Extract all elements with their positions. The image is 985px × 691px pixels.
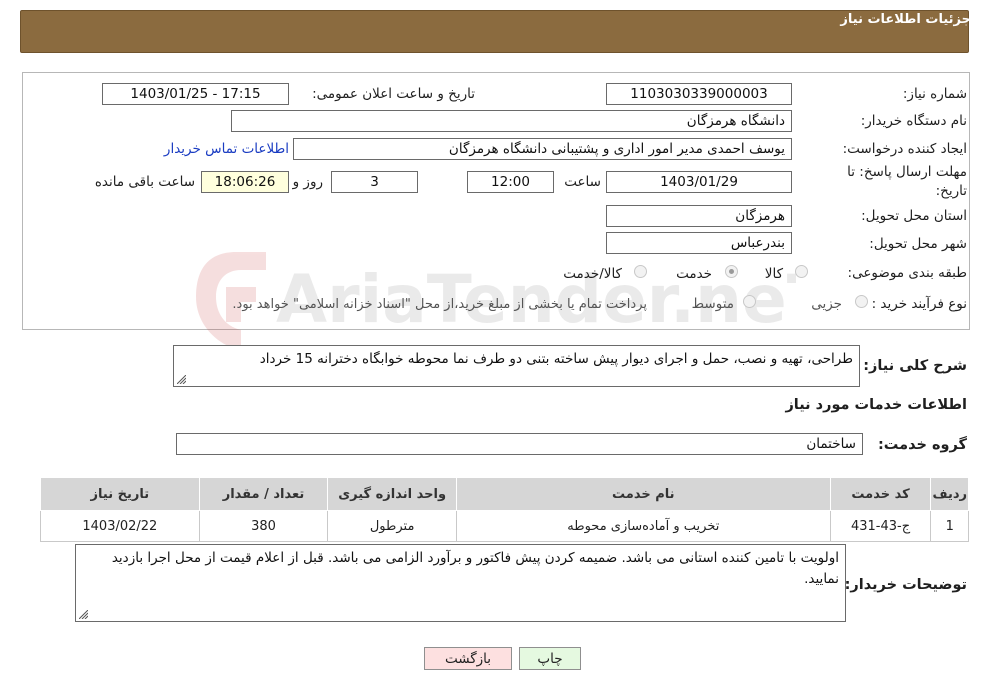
days-remaining-field: 3 (331, 171, 418, 193)
deadline-date-field: 1403/01/29 (606, 171, 792, 193)
process-radio-minor[interactable] (855, 295, 868, 308)
back-button[interactable]: بازگشت (424, 647, 512, 670)
deadline-label-date: تاریخ: (935, 183, 967, 199)
need-number-label: شماره نیاز: (902, 86, 967, 102)
process-option-medium: متوسط (691, 296, 734, 312)
col-header-need-date: تاریخ نیاز (40, 477, 200, 511)
requester-field: یوسف احمدی مدیر امور اداری و پشتیبانی دا… (293, 138, 792, 160)
buyer-org-label: نام دستگاه خریدار: (860, 113, 967, 129)
page-title: جزئیات اطلاعات نیاز (840, 12, 971, 27)
buyer-notes-label: توضیحات خریدار: (844, 577, 967, 593)
buyer-contact-link[interactable]: اطلاعات تماس خریدار (164, 141, 289, 157)
category-option-goods: کالا (764, 266, 783, 282)
deadline-time-label: ساعت (564, 174, 601, 190)
table-row: 1 ج-43-431 تخریب و آماده‌سازی محوطه مترط… (40, 510, 969, 542)
category-radio-service[interactable] (725, 265, 738, 278)
need-description-text: طراحی، تهیه و نصب، حمل و اجرای دیوار پیش… (259, 351, 853, 367)
cell-unit: مترطول (327, 510, 457, 542)
requester-label: ایجاد کننده درخواست: (842, 141, 967, 157)
buyer-notes-text: اولویت با تامین کننده استانی می باشد. ضم… (111, 550, 839, 587)
category-radio-goods-service[interactable] (634, 265, 647, 278)
process-radio-medium[interactable] (743, 295, 756, 308)
cell-row-number: 1 (930, 510, 969, 542)
category-radio-goods[interactable] (795, 265, 808, 278)
deadline-label: مهلت ارسال پاسخ: تا (847, 164, 967, 180)
category-option-goods-service: کالا/خدمت (563, 266, 622, 282)
cell-quantity: 380 (198, 510, 329, 542)
days-label: روز و (292, 174, 323, 190)
buyer-org-field: دانشگاه هرمزگان (231, 110, 792, 132)
cell-need-date: 1403/02/22 (40, 510, 200, 542)
remaining-time-field: 18:06:26 (201, 171, 289, 193)
province-label: استان محل تحویل: (861, 208, 967, 224)
resize-grip-icon[interactable] (177, 375, 186, 384)
service-group-label: گروه خدمت: (877, 437, 967, 453)
need-description-textarea[interactable]: طراحی، تهیه و نصب، حمل و اجرای دیوار پیش… (173, 345, 860, 387)
resize-grip-icon[interactable] (79, 610, 88, 619)
buyer-notes-textarea[interactable]: اولویت با تامین کننده استانی می باشد. ضم… (75, 544, 846, 622)
print-button[interactable]: چاپ (519, 647, 581, 670)
service-group-field: ساختمان (176, 433, 863, 455)
payment-note: پرداخت تمام یا بخشی از مبلغ خرید،از محل … (232, 297, 647, 312)
page-header (20, 10, 969, 53)
province-field: هرمزگان (606, 205, 792, 227)
col-header-service-code: کد خدمت (829, 477, 932, 511)
announce-date-label: تاریخ و ساعت اعلان عمومی: (312, 86, 475, 102)
need-description-label: شرح کلی نیاز: (863, 358, 967, 374)
remaining-time-label: ساعت باقی مانده (94, 174, 195, 190)
table-header-row: ردیف کد خدمت نام خدمت واحد اندازه گیری ت… (40, 477, 969, 511)
need-number-field: 1103030339000003 (606, 83, 792, 105)
city-field: بندرعباس (606, 232, 792, 254)
deadline-time-field: 12:00 (467, 171, 554, 193)
col-header-service-name: نام خدمت (455, 477, 831, 511)
city-label: شهر محل تحویل: (869, 236, 967, 252)
process-option-minor: جزیی (811, 296, 842, 312)
cell-service-name: تخریب و آماده‌سازی محوطه (455, 510, 831, 542)
col-header-row-number: ردیف (930, 477, 969, 511)
col-header-quantity: تعداد / مقدار (198, 477, 329, 511)
services-section-title: اطلاعات خدمات مورد نیاز (785, 397, 967, 413)
services-table: ردیف کد خدمت نام خدمت واحد اندازه گیری ت… (40, 477, 969, 542)
col-header-unit: واحد اندازه گیری (327, 477, 457, 511)
announce-date-field: 1403/01/25 - 17:15 (102, 83, 289, 105)
cell-service-code: ج-43-431 (829, 510, 932, 542)
process-type-label: نوع فرآیند خرید : (871, 296, 967, 312)
category-option-service: خدمت (676, 266, 712, 282)
category-label: طبقه بندی موضوعی: (847, 265, 967, 281)
